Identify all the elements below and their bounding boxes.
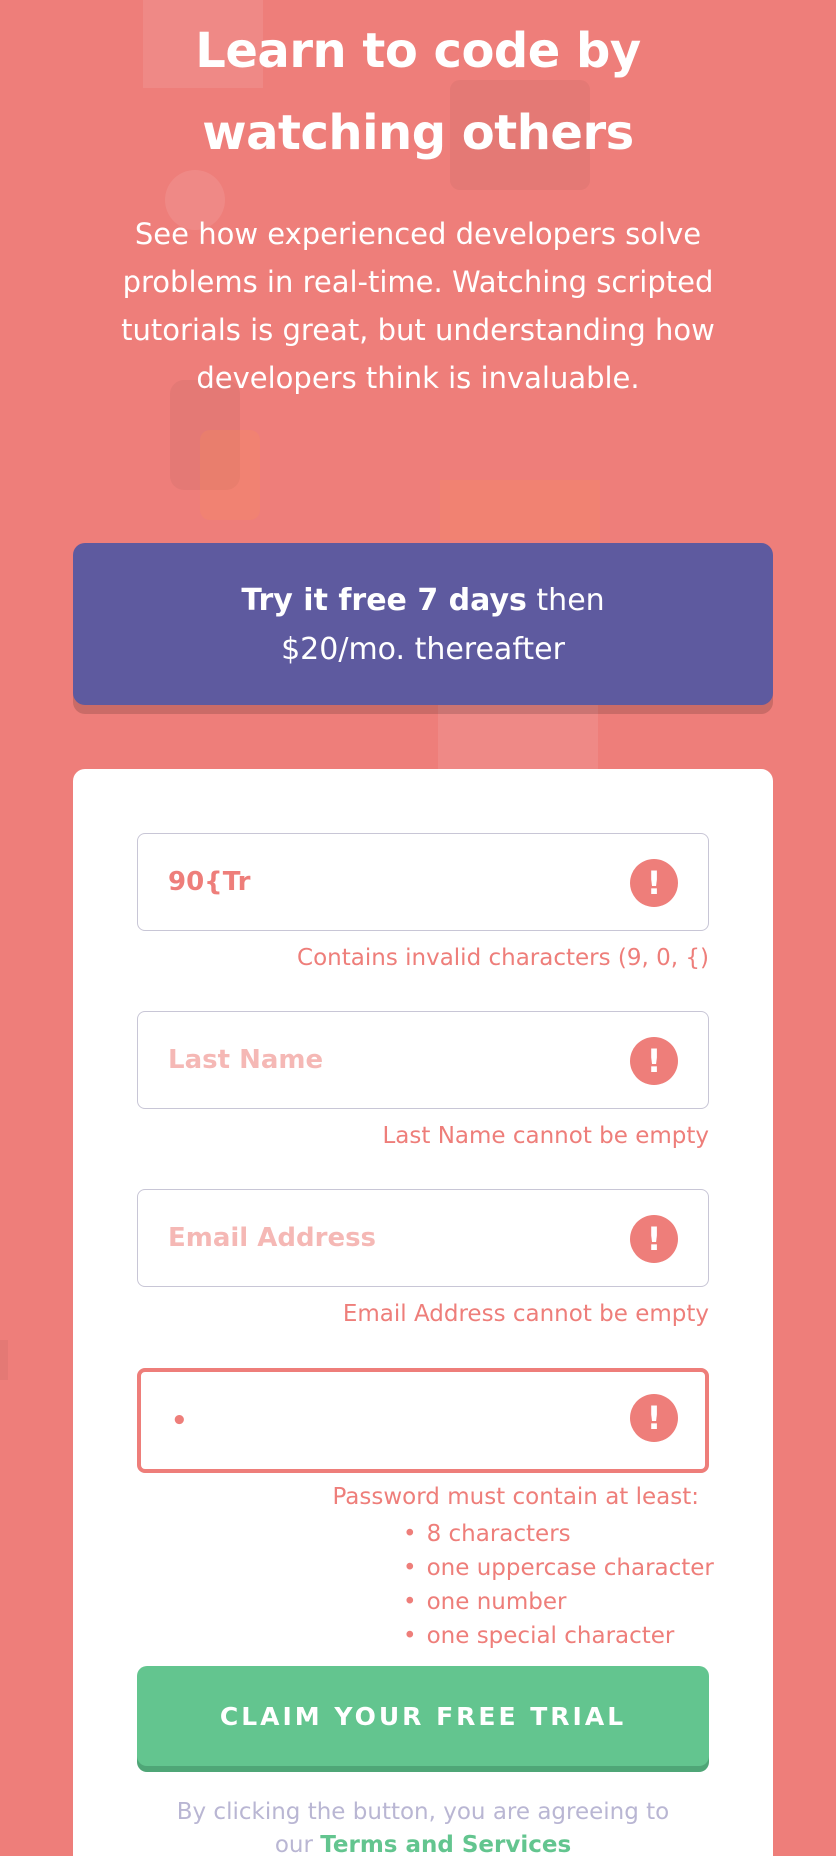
error-icon: ! [630, 859, 678, 907]
terms-notice: By clicking the button, you are agreeing… [73, 1796, 773, 1856]
password-error-title: Password must contain at least: [332, 1484, 699, 1510]
last-name-field[interactable]: ! [137, 1011, 709, 1109]
error-icon: ! [630, 1037, 678, 1085]
email-error: Email Address cannot be empty [342, 1301, 709, 1327]
hero-title-line1: Learn to code by [195, 23, 641, 79]
hero: Learn to code by watching others See how… [0, 0, 836, 402]
password-field[interactable]: ! [137, 1368, 709, 1473]
requirement-item: one number [403, 1585, 714, 1619]
promo-rest: then [526, 583, 605, 618]
password-input[interactable] [171, 1372, 611, 1469]
promo-bold: Try it free 7 days [241, 583, 527, 618]
password-requirements: 8 characters one uppercase character one… [403, 1517, 714, 1653]
email-field[interactable]: ! [137, 1189, 709, 1287]
requirement-item: one uppercase character [403, 1551, 714, 1585]
terms-link[interactable]: Terms and Services [320, 1832, 571, 1856]
terms-text: By clicking the button, you are agreeing… [176, 1799, 670, 1825]
first-name-input[interactable] [168, 834, 608, 930]
last-name-input[interactable] [168, 1012, 608, 1108]
hero-description: See how experienced developers solve pro… [121, 217, 715, 395]
requirement-item: 8 characters [403, 1517, 714, 1551]
claim-trial-button[interactable]: CLAIM YOUR FREE TRIAL [137, 1666, 709, 1766]
promo-banner: Try it free 7 days then $20/mo. thereaft… [73, 543, 773, 705]
hero-title-line2: watching others [202, 105, 634, 161]
signup-form: ! Contains invalid characters (9, 0, {) … [73, 769, 773, 1856]
error-icon: ! [630, 1394, 678, 1442]
last-name-error: Last Name cannot be empty [382, 1123, 709, 1149]
terms-prefix: our [274, 1832, 321, 1856]
email-input[interactable] [168, 1190, 608, 1286]
requirement-item: one special character [403, 1619, 714, 1653]
first-name-field[interactable]: ! [137, 833, 709, 931]
first-name-error: Contains invalid characters (9, 0, {) [297, 945, 709, 971]
hero-title: Learn to code by watching others [0, 10, 836, 174]
error-icon: ! [630, 1215, 678, 1263]
promo-price: $20/mo. thereafter [281, 632, 565, 667]
